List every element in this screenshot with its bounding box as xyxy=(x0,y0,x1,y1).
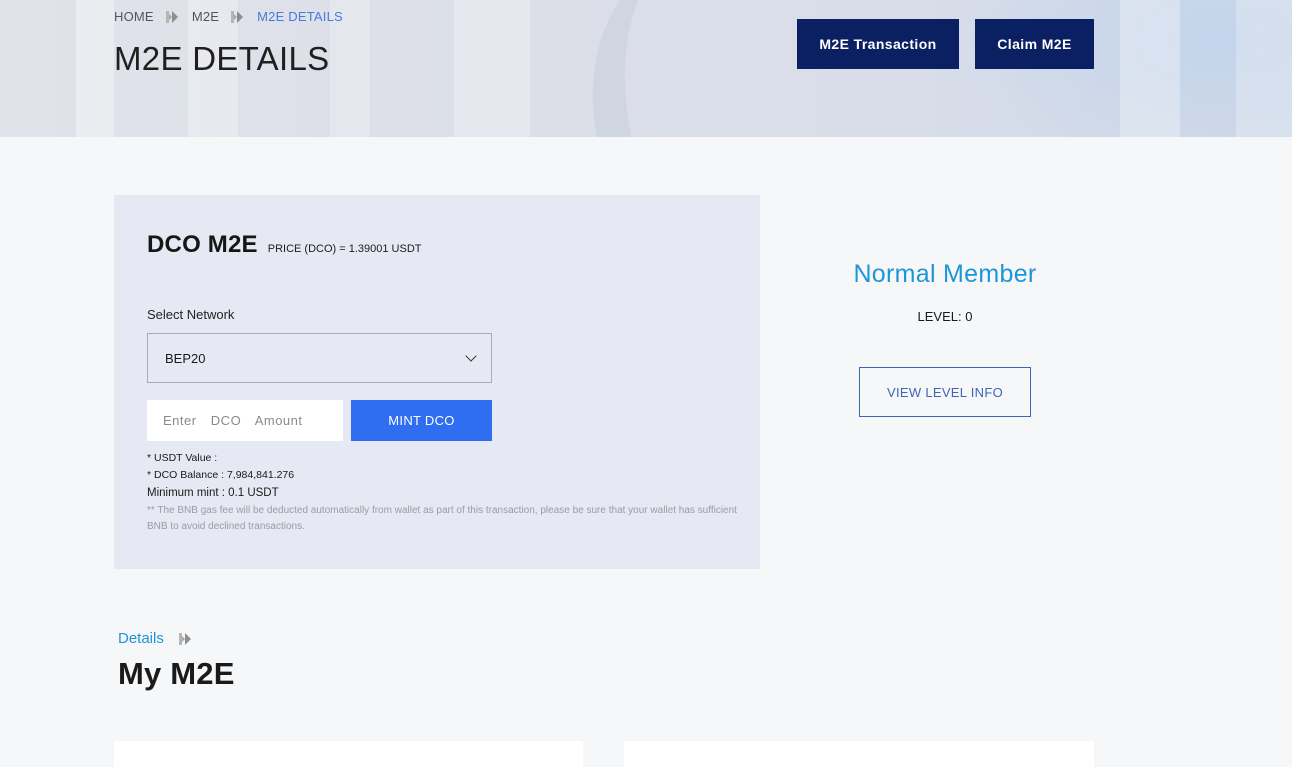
mint-card-title: DCO M2E xyxy=(147,231,258,258)
page-header-banner: HOME M2E M2E DETAILS M2E DETAILS M2E Tra… xyxy=(0,0,1292,137)
chevron-down-icon xyxy=(465,350,477,362)
banner-decoration xyxy=(76,0,114,137)
banner-decoration xyxy=(1120,0,1180,137)
breadcrumb-home[interactable]: HOME xyxy=(114,9,154,24)
dco-amount-input[interactable] xyxy=(147,400,343,441)
details-section-label: Details xyxy=(118,630,193,647)
breadcrumb-current: M2E DETAILS xyxy=(257,9,343,24)
details-label-text: Details xyxy=(118,630,164,647)
page-title: M2E DETAILS xyxy=(114,40,330,77)
claim-m2e-button[interactable]: Claim M2E xyxy=(975,19,1094,69)
dco-balance: * DCO Balance : 7,984,841.276 xyxy=(147,469,295,481)
breadcrumb: HOME M2E M2E DETAILS xyxy=(114,9,343,24)
network-select[interactable]: BEP20 xyxy=(147,333,492,383)
section-title: My M2E xyxy=(118,656,235,691)
mint-dco-button[interactable]: MINT DCO xyxy=(351,400,492,441)
mint-card-header: DCO M2E PRICE (DCO) = 1.39001 USDT xyxy=(147,231,422,259)
gas-fee-note: ** The BNB gas fee will be deducted auto… xyxy=(147,505,737,532)
double-chevron-right-icon xyxy=(165,10,180,23)
network-label: Select Network xyxy=(147,307,235,322)
m2e-panel xyxy=(114,741,583,767)
network-selected-value: BEP20 xyxy=(165,350,206,366)
dco-price: PRICE (DCO) = 1.39001 USDT xyxy=(267,243,422,255)
double-chevron-right-icon xyxy=(231,10,245,23)
member-tier-title: Normal Member xyxy=(853,260,1037,288)
banner-decoration xyxy=(454,0,530,137)
minimum-mint: Minimum mint : 0.1 USDT xyxy=(147,487,279,499)
view-level-info-button[interactable]: VIEW LEVEL INFO xyxy=(859,367,1031,417)
mint-card: DCO M2E PRICE (DCO) = 1.39001 USDT Selec… xyxy=(114,195,760,569)
breadcrumb-m2e[interactable]: M2E xyxy=(192,9,219,24)
banner-decoration xyxy=(568,0,802,137)
member-level: LEVEL: 0 xyxy=(917,309,973,324)
usdt-value: * USDT Value : xyxy=(147,452,218,464)
m2e-panel xyxy=(624,741,1094,767)
m2e-transaction-button[interactable]: M2E Transaction xyxy=(797,19,959,69)
double-chevron-right-icon xyxy=(178,632,193,645)
banner-decoration xyxy=(1236,0,1292,137)
